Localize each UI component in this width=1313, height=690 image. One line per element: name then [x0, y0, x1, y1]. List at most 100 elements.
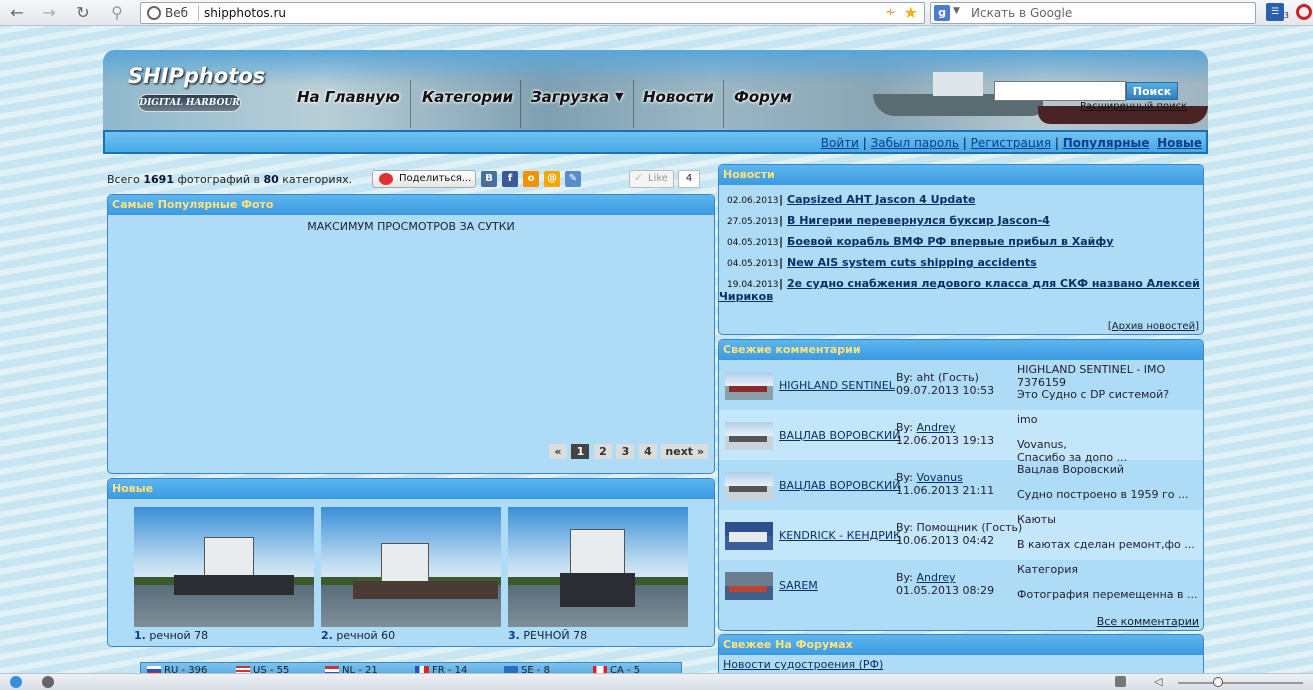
rss-icon[interactable]: ∻	[885, 5, 896, 20]
comment-heading: Вацлав Воровский	[1017, 463, 1124, 476]
comment-thumbnail[interactable]	[725, 422, 773, 450]
key-icon[interactable]: ⚲	[106, 2, 128, 24]
news-link[interactable]: Capsized AHT Jascon 4 Update	[787, 193, 975, 206]
zoom-slider-track[interactable]	[1178, 682, 1303, 684]
photo-thumbnail[interactable]	[134, 507, 314, 627]
popular-link[interactable]: Популярные	[1063, 136, 1150, 150]
register-link[interactable]: Регистрация	[971, 136, 1051, 150]
pager-prev[interactable]: «	[548, 444, 567, 459]
site-search-input[interactable]	[994, 81, 1126, 101]
comment-author-link[interactable]: Andrey	[916, 571, 955, 584]
livejournal-icon[interactable]: ✎	[565, 171, 581, 187]
forum-topic-link[interactable]: Новости судостроения (РФ)	[719, 655, 1203, 674]
google-icon[interactable]: g	[934, 5, 950, 21]
like-label: Like	[648, 173, 668, 184]
popular-photos-subtitle: МАКСИМУМ ПРОСМОТРОВ ЗА СУТКИ	[307, 220, 515, 233]
bookmark-star-icon[interactable]: ★	[904, 3, 918, 22]
news-date: 02.06.2013	[727, 196, 779, 206]
thumb-cabin	[570, 529, 625, 574]
comment-author-link[interactable]: Vovanus	[916, 471, 962, 484]
news-link[interactable]: Боевой корабль ВМФ РФ впервые прибыл в Х…	[787, 235, 1113, 248]
url-text[interactable]: shipphotos.ru	[204, 6, 286, 20]
caption-label: речной 78	[149, 629, 209, 642]
speed-dial-icon[interactable]	[42, 676, 54, 688]
extension-icon[interactable]: ☰ 3	[1266, 3, 1289, 21]
comment-photo-link[interactable]: ВАЦЛАВ ВОРОВСКИЙ	[779, 479, 900, 492]
view-icon[interactable]: ◁	[1154, 675, 1162, 688]
comment-row: ВАЦЛАВ ВОРОВСКИЙ By: Vovanus 11.06.2013 2…	[719, 460, 1203, 510]
pager-page-4[interactable]: 4	[638, 444, 657, 459]
comment-thumbnail[interactable]	[725, 522, 773, 550]
odnoklassniki-icon[interactable]: o	[523, 171, 539, 187]
comment-photo-link[interactable]: SAREM	[779, 579, 818, 592]
chevron-down-icon[interactable]: ▼	[953, 6, 960, 16]
forgot-password-link[interactable]: Забыл пароль	[871, 136, 959, 150]
photo-thumbnail[interactable]	[508, 507, 688, 627]
pager-page-3[interactable]: 3	[616, 444, 635, 459]
caption-number: 3.	[508, 629, 520, 642]
comment-text: Это Судно с DP системой?	[1017, 388, 1170, 401]
cloud-icon[interactable]	[10, 676, 22, 688]
comment-thumbnail[interactable]	[725, 572, 773, 600]
comment-photo-link[interactable]: ВАЦЛАВ ВОРОВСКИЙ	[779, 429, 900, 442]
pager-next[interactable]: next »	[661, 444, 708, 459]
new-photos-panel: Новые 1. речной 78 2. речной 60 3. РЕЧНО…	[107, 478, 715, 647]
news-panel: Новости 02.06.2013 | Capsized AHT Jascon…	[718, 164, 1204, 335]
comment-author: By: aht (Гость) 09.07.2013 10:53	[896, 371, 995, 397]
comment-photo-link[interactable]: HIGHLAND SENTINEL	[779, 379, 895, 392]
site-search-button[interactable]: Поиск	[1126, 82, 1178, 100]
pager-page-2[interactable]: 2	[593, 444, 612, 459]
banner-ship-cabin	[933, 72, 983, 96]
share-button[interactable]: Поделиться...	[372, 170, 476, 188]
nav-divider	[633, 80, 634, 128]
facebook-icon[interactable]: f	[502, 171, 518, 187]
news-link[interactable]: New AIS system cuts shipping accidents	[787, 256, 1037, 269]
news-divider: |	[779, 277, 784, 290]
nav-forum[interactable]: Форум	[734, 88, 792, 106]
vk-icon[interactable]: B	[481, 171, 497, 187]
login-link[interactable]: Войти	[821, 136, 859, 150]
user-links: Войти | Забыл пароль | Регистрация | Поп…	[820, 136, 1202, 150]
nav-news[interactable]: Новости	[643, 88, 714, 106]
stats-category-count: 80	[263, 173, 279, 186]
reload-icon[interactable]: ↻	[72, 2, 94, 24]
site-logo-subtitle: DIGITAL HARBOUR	[138, 94, 241, 112]
comment-author-link[interactable]: Andrey	[916, 421, 955, 434]
photo-caption[interactable]: 3. РЕЧНОЙ 78	[508, 629, 587, 642]
comment-thumbnail[interactable]	[725, 472, 773, 500]
nav-home[interactable]: На Главную	[297, 88, 400, 106]
comment-author: By: Vovanus 11.06.2013 21:11	[896, 471, 995, 497]
news-link[interactable]: 2е судно снабжения ледового класса для С…	[787, 277, 1200, 290]
photo-caption[interactable]: 2. речной 60	[321, 629, 395, 642]
nav-upload[interactable]: Загрузка	[531, 88, 609, 106]
all-comments-link[interactable]: Все комментарии	[1097, 615, 1199, 628]
google-search-field[interactable]: g ▼ Искать в Google	[930, 2, 1256, 24]
pager-page-1[interactable]: 1	[571, 444, 590, 459]
forward-icon[interactable]: →	[38, 2, 60, 24]
advanced-search-link[interactable]: Расширенный поиск	[1080, 101, 1187, 112]
news-link[interactable]: В Нигерии перевернулся буксир Jascon-4	[787, 214, 1050, 227]
news-archive-label[interactable]: Архив новостей	[1112, 321, 1195, 332]
comment-date: 01.05.2013 08:29	[896, 584, 995, 597]
zoom-slider-handle[interactable]	[1213, 677, 1223, 687]
banner-sky	[103, 50, 1208, 85]
comment-photo-link[interactable]: KENDRICK - КЕНДРИК	[779, 529, 901, 542]
news-link-continued[interactable]: Чириков	[719, 290, 773, 303]
address-bar[interactable]: Веб shipphotos.ru ∻ ★	[140, 2, 925, 24]
opera-icon[interactable]	[1296, 4, 1312, 20]
comment-thumbnail[interactable]	[725, 372, 773, 400]
nav-categories[interactable]: Категории	[422, 88, 513, 106]
new-link[interactable]: Новые	[1157, 136, 1202, 150]
panel-toggle-icon[interactable]	[1115, 676, 1126, 687]
stats-middle: фотографий в	[177, 173, 260, 186]
site-header-banner: SHIPphotos DIGITAL HARBOUR На Главную Ка…	[103, 50, 1208, 130]
site-logo[interactable]: SHIPphotos	[128, 64, 265, 88]
photo-thumbnail[interactable]	[321, 507, 501, 627]
news-archive-link[interactable]: [Архив новостей]	[1108, 321, 1199, 332]
photo-caption[interactable]: 1. речной 78	[134, 629, 208, 642]
comments-panel: Свежие комментарии HIGHLAND SENTINEL By:…	[718, 339, 1204, 631]
back-icon[interactable]: ←	[6, 2, 28, 24]
mail-icon[interactable]: @	[544, 171, 560, 187]
thumbs-up-icon: ✓	[634, 171, 644, 184]
upload-dropdown-icon[interactable]: ▼	[615, 90, 623, 103]
